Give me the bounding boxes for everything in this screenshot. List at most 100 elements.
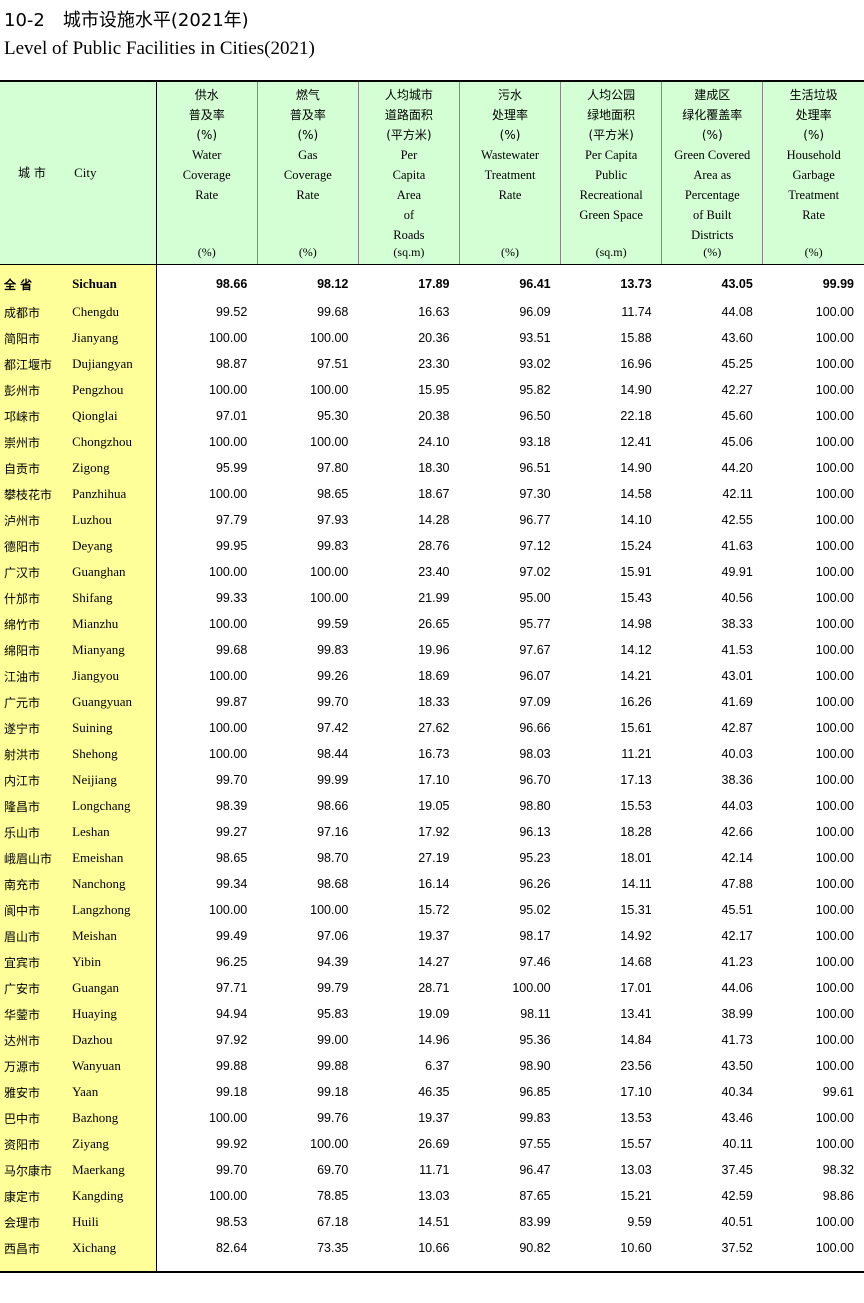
table-cell: 100.00	[310, 1137, 349, 1151]
table-cell: 98.17	[519, 929, 551, 943]
table-cell: 15.43	[620, 591, 652, 605]
table-cell: 96.07	[519, 669, 551, 683]
table-cell: 44.08	[721, 305, 753, 319]
table-cell: 44.03	[721, 799, 753, 813]
table-cell: 12.41	[620, 435, 652, 449]
col-header-4: 污水 处理率 (%) Wastewater Treatment Rate (%)	[458, 80, 561, 265]
table-cell: 95.23	[519, 851, 551, 865]
table-cell: 100.00	[209, 383, 248, 397]
table-cell: 14.68	[620, 955, 652, 969]
city-name-en: Luzhou	[64, 507, 157, 533]
table-cell: 13.03	[418, 1189, 450, 1203]
city-en-header: City	[64, 80, 157, 265]
city-name-en: Huili	[64, 1209, 157, 1235]
table-cell: 100.00	[310, 565, 349, 579]
table-cell: 98.03	[519, 747, 551, 761]
table-cell: 15.53	[620, 799, 652, 813]
table-cell: 41.69	[721, 695, 753, 709]
table-cell: 96.50	[519, 409, 551, 423]
table-cell: 17.10	[620, 1085, 652, 1099]
table-row: 都江堰市 Dujiangyan 98.87 97.51 23.30 93.02 16.96 4…	[0, 351, 864, 377]
col-header-cn-line: 普及率	[289, 108, 326, 122]
table-cell: 94.94	[215, 1007, 248, 1021]
table-row: 绵阳市 Mianyang 99.68 99.83 19.96 97.67 14.12 41.5…	[0, 637, 864, 663]
table-cell: 43.50	[721, 1059, 753, 1073]
col-header-en-line: Coverage	[283, 168, 332, 182]
table-cell: 99.68	[317, 305, 349, 319]
col-header-en-line: Percentage	[684, 188, 740, 202]
table-cell: 43.46	[721, 1111, 753, 1125]
city-name-en: Kangding	[64, 1183, 157, 1209]
col-header-cn-line: 污水	[498, 88, 523, 102]
city-name-cn: 攀枝花市	[0, 481, 65, 507]
table-cell: 96.47	[519, 1163, 551, 1177]
table-cell: 98.86	[822, 1189, 854, 1203]
table-cell: 97.79	[215, 513, 248, 527]
table-cell: 99.83	[519, 1111, 551, 1125]
table-cell: 100.00	[209, 903, 248, 917]
table-cell: 98.44	[317, 747, 349, 761]
col-header-cn-line: 供水	[194, 88, 219, 102]
col-header-cn-line: (%)	[297, 128, 319, 142]
table-row: 泸州市 Luzhou 97.79 97.93 14.28 96.77 14.10 42.55 1…	[0, 507, 864, 533]
table-cell: 38.99	[721, 1007, 753, 1021]
table-row: 内江市 Neijiang 99.70 99.99 17.10 96.70 17.13 38.3…	[0, 767, 864, 793]
city-name-en: Maerkang	[64, 1157, 157, 1183]
table-cell: 99.83	[317, 643, 349, 657]
table-cell: 100.00	[310, 435, 349, 449]
table-cell: 100.00	[209, 1111, 248, 1125]
table-cell: 100.00	[209, 617, 248, 631]
col-header-cn-line: (平方米)	[386, 128, 432, 142]
city-name-cn: 崇州市	[0, 429, 65, 455]
table-cell: 100.00	[815, 643, 854, 657]
city-name-cn: 会理市	[0, 1209, 65, 1235]
table-cell: 16.14	[418, 877, 450, 891]
table-cell: 99.99	[822, 277, 854, 291]
table-cell: 41.73	[721, 1033, 753, 1047]
city-name-en: Dujiangyan	[64, 351, 157, 377]
city-name-cn: 彭州市	[0, 377, 65, 403]
table-cell: 99.70	[317, 695, 349, 709]
table-cell: 18.30	[418, 461, 450, 475]
city-name-cn: 西昌市	[0, 1235, 65, 1273]
table-cell: 17.92	[418, 825, 450, 839]
table-cell: 87.65	[519, 1189, 551, 1203]
table-cell: 97.55	[519, 1137, 551, 1151]
col-header-7: 生活垃圾 处理率 (%) Household Garbage Treatment Rate (…	[762, 80, 864, 265]
table-cell: 96.13	[519, 825, 551, 839]
col-header-text: 供水 普及率 (%) Water Coverage Rate	[157, 82, 257, 205]
table-row: 德阳市 Deyang 99.95 99.83 28.76 97.12 15.24 41.63 1…	[0, 533, 864, 559]
table-cell: 96.77	[519, 513, 551, 527]
city-name-cn: 江油市	[0, 663, 65, 689]
col-header-en-line: Gas	[298, 148, 318, 162]
table-cell: 98.53	[215, 1215, 248, 1229]
table-cell: 96.25	[215, 955, 248, 969]
table-cell: 45.25	[721, 357, 753, 371]
table-cell: 100.00	[815, 357, 854, 371]
table-cell: 23.56	[620, 1059, 652, 1073]
col-header-cn-line: 绿化覆盖率	[682, 108, 743, 122]
city-name-cn: 隆昌市	[0, 793, 65, 819]
table-cell: 14.90	[620, 461, 652, 475]
city-name-cn: 自贡市	[0, 455, 65, 481]
city-name-cn: 广安市	[0, 975, 65, 1001]
table-cell: 14.90	[620, 383, 652, 397]
table-cell: 15.72	[418, 903, 450, 917]
col-header-en-line: Per Capita	[584, 148, 638, 162]
table-cell: 100.00	[815, 773, 854, 787]
city-name-cn: 德阳市	[0, 533, 65, 559]
table-cell: 42.27	[721, 383, 753, 397]
col-header-cn-line: (%)	[196, 128, 218, 142]
city-name-cn: 南充市	[0, 871, 65, 897]
col-header-3: 人均城市 道路面积 (平方米) Per Capita Area of Roads (sq.m)	[357, 80, 460, 265]
city-name-en: Jianyang	[64, 325, 157, 351]
table-cell: 95.77	[519, 617, 551, 631]
table-cell: 100.00	[310, 591, 349, 605]
table-cell: 99.95	[215, 539, 248, 553]
table-cell: 42.66	[721, 825, 753, 839]
table-cell: 98.11	[520, 1007, 551, 1021]
table-cell: 16.73	[418, 747, 450, 761]
col-header-cn-line: (平方米)	[588, 128, 634, 142]
table-row: 康定市 Kangding 100.00 78.85 13.03 87.65 15.21 42.…	[0, 1183, 864, 1209]
table-cell: 99.18	[317, 1085, 349, 1099]
